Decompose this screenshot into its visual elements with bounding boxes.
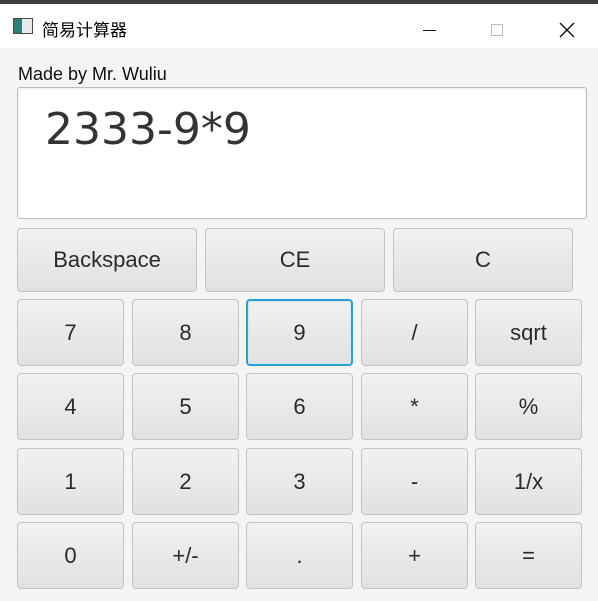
display-field[interactable]: 2333-9*9 [17, 87, 587, 219]
reciprocal-button[interactable]: 1/x [475, 448, 582, 515]
c-button[interactable]: C [393, 228, 573, 292]
maximize-icon [491, 24, 503, 36]
ce-button[interactable]: CE [205, 228, 385, 292]
digit-2-button[interactable]: 2 [132, 448, 239, 515]
digit-5-button[interactable]: 5 [132, 373, 239, 440]
title-bar[interactable]: 简易计算器 [0, 4, 598, 48]
digit-4-button[interactable]: 4 [17, 373, 124, 440]
digit-0-button[interactable]: 0 [17, 522, 124, 589]
plus-button[interactable]: + [361, 522, 468, 589]
close-icon [559, 22, 575, 38]
close-button[interactable] [544, 8, 590, 52]
digit-9-button[interactable]: 9 [246, 299, 353, 366]
minimize-icon [422, 29, 436, 31]
calculator-window: 简易计算器 Made by Mr. Wuliu 2333-9*9 Backspa… [0, 0, 598, 601]
digit-8-button[interactable]: 8 [132, 299, 239, 366]
maximize-button[interactable] [474, 8, 520, 52]
minus-button[interactable]: - [361, 448, 468, 515]
equals-button[interactable]: = [475, 522, 582, 589]
multiply-button[interactable]: * [361, 373, 468, 440]
calculator-body: Made by Mr. Wuliu 2333-9*9 Backspace CE C 7… [0, 48, 598, 601]
digit-7-button[interactable]: 7 [17, 299, 124, 366]
window-title: 简易计算器 [42, 21, 127, 41]
credit-label: Made by Mr. Wuliu [18, 64, 167, 84]
divide-button[interactable]: / [361, 299, 468, 366]
decimal-button[interactable]: . [246, 522, 353, 589]
backspace-button[interactable]: Backspace [17, 228, 197, 292]
minimize-button[interactable] [406, 8, 452, 52]
digit-3-button[interactable]: 3 [246, 448, 353, 515]
app-icon [13, 18, 33, 34]
digit-6-button[interactable]: 6 [246, 373, 353, 440]
digit-1-button[interactable]: 1 [17, 448, 124, 515]
sqrt-button[interactable]: sqrt [475, 299, 582, 366]
negate-button[interactable]: +/- [132, 522, 239, 589]
percent-button[interactable]: % [475, 373, 582, 440]
display-expression: 2333-9*9 [45, 104, 251, 155]
